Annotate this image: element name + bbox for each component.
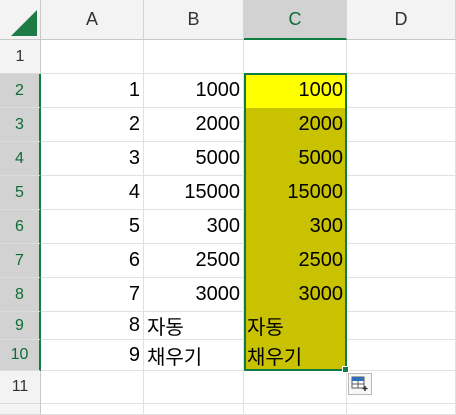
cell-d7[interactable] bbox=[347, 244, 456, 278]
row-header-8[interactable]: 8 bbox=[0, 278, 41, 312]
cell-a10[interactable]: 9 bbox=[41, 340, 144, 371]
row-header-4[interactable]: 4 bbox=[0, 142, 41, 176]
cell-d1[interactable] bbox=[347, 40, 456, 74]
cell-b9[interactable]: 자동 bbox=[144, 312, 244, 340]
column-header-c[interactable]: C bbox=[244, 0, 347, 40]
column-header-d[interactable]: D bbox=[347, 0, 456, 40]
cell-a11[interactable] bbox=[41, 371, 144, 404]
cell-c9[interactable]: 자동 bbox=[244, 312, 347, 340]
row-header-3[interactable]: 3 bbox=[0, 108, 41, 142]
cell-b1[interactable] bbox=[144, 40, 244, 74]
cell-a3[interactable]: 2 bbox=[41, 108, 144, 142]
cell-d9[interactable] bbox=[347, 312, 456, 340]
cell-c12[interactable] bbox=[244, 404, 347, 415]
cell-c11[interactable] bbox=[244, 371, 347, 404]
spreadsheet-grid: A B C D 1 2 3 4 5 6 7 8 9 10 11 1 1000 1… bbox=[0, 0, 456, 415]
cell-a4[interactable]: 3 bbox=[41, 142, 144, 176]
cell-a1[interactable] bbox=[41, 40, 144, 74]
cell-c1[interactable] bbox=[244, 40, 347, 74]
cell-d3[interactable] bbox=[347, 108, 456, 142]
select-all-button[interactable] bbox=[0, 0, 41, 40]
cell-a8[interactable]: 7 bbox=[41, 278, 144, 312]
cell-b6[interactable]: 300 bbox=[144, 210, 244, 244]
cell-b12[interactable] bbox=[144, 404, 244, 415]
cell-a6[interactable]: 5 bbox=[41, 210, 144, 244]
column-header-b[interactable]: B bbox=[144, 0, 244, 40]
cell-c6[interactable]: 300 bbox=[244, 210, 347, 244]
auto-fill-options-icon bbox=[351, 376, 368, 391]
cell-b7[interactable]: 2500 bbox=[144, 244, 244, 278]
cell-b5[interactable]: 15000 bbox=[144, 176, 244, 210]
cell-d2[interactable] bbox=[347, 74, 456, 108]
cell-d6[interactable] bbox=[347, 210, 456, 244]
row-header-12[interactable] bbox=[0, 404, 41, 415]
row-header-2[interactable]: 2 bbox=[0, 74, 41, 108]
row-header-11[interactable]: 11 bbox=[0, 371, 41, 404]
row-header-5[interactable]: 5 bbox=[0, 176, 41, 210]
cell-d5[interactable] bbox=[347, 176, 456, 210]
cell-b8[interactable]: 3000 bbox=[144, 278, 244, 312]
cell-b3[interactable]: 2000 bbox=[144, 108, 244, 142]
column-header-a[interactable]: A bbox=[41, 0, 144, 40]
row-header-6[interactable]: 6 bbox=[0, 210, 41, 244]
cell-c4[interactable]: 5000 bbox=[244, 142, 347, 176]
cell-a7[interactable]: 6 bbox=[41, 244, 144, 278]
cell-d8[interactable] bbox=[347, 278, 456, 312]
row-header-1[interactable]: 1 bbox=[0, 40, 41, 74]
cell-d12[interactable] bbox=[347, 404, 456, 415]
cell-c5[interactable]: 15000 bbox=[244, 176, 347, 210]
cell-a5[interactable]: 4 bbox=[41, 176, 144, 210]
cell-a12[interactable] bbox=[41, 404, 144, 415]
row-header-7[interactable]: 7 bbox=[0, 244, 41, 278]
fill-handle[interactable] bbox=[342, 366, 349, 373]
row-header-9[interactable]: 9 bbox=[0, 312, 41, 340]
cell-b10[interactable]: 채우기 bbox=[144, 340, 244, 371]
cell-c10[interactable]: 채우기 bbox=[244, 340, 347, 371]
row-header-10[interactable]: 10 bbox=[0, 340, 41, 371]
cell-c2[interactable]: 1000 bbox=[244, 74, 347, 108]
cell-d4[interactable] bbox=[347, 142, 456, 176]
cell-c8[interactable]: 3000 bbox=[244, 278, 347, 312]
cell-b11[interactable] bbox=[144, 371, 244, 404]
cell-b4[interactable]: 5000 bbox=[144, 142, 244, 176]
cell-b2[interactable]: 1000 bbox=[144, 74, 244, 108]
cell-a2[interactable]: 1 bbox=[41, 74, 144, 108]
cell-d10[interactable] bbox=[347, 340, 456, 371]
cell-c3[interactable]: 2000 bbox=[244, 108, 347, 142]
cell-a9[interactable]: 8 bbox=[41, 312, 144, 340]
select-all-icon bbox=[11, 10, 37, 36]
auto-fill-options-button[interactable] bbox=[348, 373, 372, 395]
cell-c7[interactable]: 2500 bbox=[244, 244, 347, 278]
